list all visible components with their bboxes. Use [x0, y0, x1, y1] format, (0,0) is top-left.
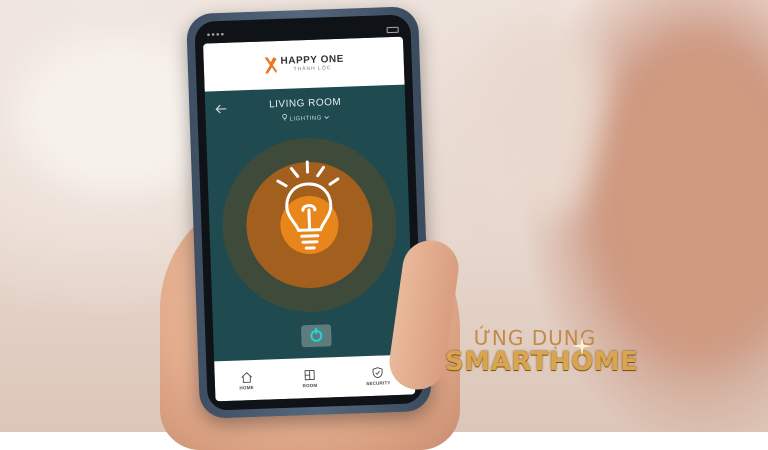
category-label: LIGHTING: [289, 115, 323, 123]
brand-subtitle: THÀNH LỘC: [293, 65, 332, 73]
caption-line-2: SMARTHOME: [445, 347, 639, 377]
tab-security-label: SECURITY: [366, 379, 391, 386]
tab-security[interactable]: SECURITY: [366, 366, 391, 386]
bottom-tab-bar: HOME ROOM SECURITY: [214, 354, 416, 402]
chevron-down-icon: [324, 115, 330, 119]
brand-logo: HAPPY ONE THÀNH LỘC: [263, 54, 344, 75]
app-header: HAPPY ONE THÀNH LỘC: [203, 36, 405, 92]
house-icon: [240, 371, 252, 383]
logo-mark-icon: [263, 56, 278, 74]
tab-home-label: HOME: [239, 384, 254, 391]
bulb-icon: [281, 113, 287, 121]
category-selector[interactable]: LIGHTING: [206, 110, 406, 126]
shield-icon: [372, 366, 383, 378]
tab-room-label: ROOM: [302, 382, 318, 388]
tab-home[interactable]: HOME: [239, 371, 254, 390]
signal-icon: ●●●●: [206, 31, 226, 39]
room-nav: LIVING ROOM LIGHTING: [205, 85, 406, 132]
blurred-shelf: [470, 20, 610, 220]
power-icon: [310, 329, 323, 343]
power-button[interactable]: [300, 324, 332, 348]
sparkle-icon: [572, 336, 592, 356]
promo-caption: ỨNG DỤNG SMARTHOME: [445, 326, 639, 377]
room-icon: [304, 369, 315, 380]
lightbulb-icon: [276, 160, 340, 250]
caption-line-1: ỨNG DỤNG: [473, 326, 597, 350]
app-screen: HAPPY ONE THÀNH LỘC LIVING ROOM LIGHTING: [203, 36, 416, 402]
blurred-person: [600, 40, 768, 360]
battery-icon: [386, 26, 399, 34]
tab-room[interactable]: ROOM: [302, 368, 317, 388]
